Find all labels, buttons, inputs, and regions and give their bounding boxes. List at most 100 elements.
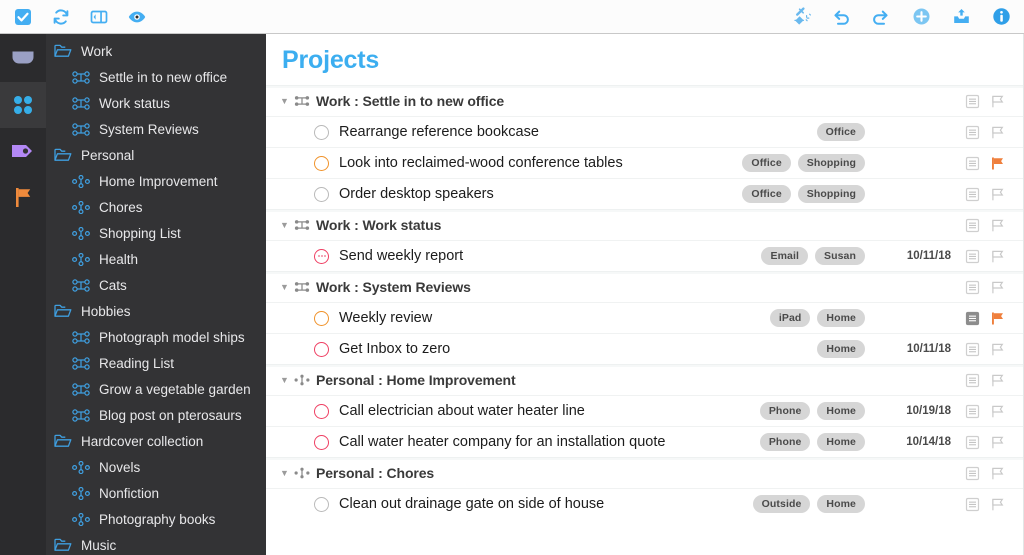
sidebar-item-settle-in-to-new-office[interactable]: Settle in to new office bbox=[46, 64, 266, 90]
note-icon[interactable] bbox=[965, 280, 980, 295]
tag-pill[interactable]: Shopping bbox=[797, 153, 865, 173]
sidebar-item-nonfiction[interactable]: Nonfiction bbox=[46, 480, 266, 506]
disclosure-triangle-icon[interactable]: ▼ bbox=[280, 282, 294, 292]
sidebar-item-novels[interactable]: Novels bbox=[46, 454, 266, 480]
sidebar-item-music[interactable]: Music bbox=[46, 532, 266, 555]
tag-pill[interactable]: Phone bbox=[759, 432, 811, 452]
tag-pill[interactable]: Home bbox=[817, 494, 865, 514]
sidebar-item-photograph-model-ships[interactable]: Photograph model ships bbox=[46, 324, 266, 350]
tag-pill[interactable]: Shopping bbox=[797, 184, 865, 204]
tag-pill[interactable]: Email bbox=[761, 246, 808, 266]
task-row[interactable]: Weekly review iPad Home bbox=[266, 302, 1023, 333]
redo-icon[interactable] bbox=[870, 6, 892, 28]
cleanup-icon[interactable] bbox=[790, 6, 812, 28]
task-status-circle[interactable] bbox=[314, 310, 329, 326]
note-icon[interactable] bbox=[965, 156, 980, 171]
flag-icon[interactable] bbox=[990, 187, 1005, 202]
sidebar-item-work-status[interactable]: Work status bbox=[46, 90, 266, 116]
tag-pill[interactable]: Phone bbox=[759, 401, 811, 421]
sync-icon[interactable] bbox=[50, 6, 72, 28]
flag-icon[interactable] bbox=[990, 280, 1005, 295]
disclosure-triangle-icon[interactable]: ▼ bbox=[280, 220, 294, 230]
sidebar-item-photography-books[interactable]: Photography books bbox=[46, 506, 266, 532]
tag-pill[interactable]: Office bbox=[742, 184, 791, 204]
tag-pill[interactable]: Home bbox=[817, 432, 865, 452]
note-icon[interactable] bbox=[965, 94, 980, 109]
flag-icon[interactable] bbox=[990, 466, 1005, 481]
group-header[interactable]: ▼ Work : System Reviews bbox=[266, 271, 1023, 302]
task-row[interactable]: Clean out drainage gate on side of house… bbox=[266, 488, 1023, 519]
group-header[interactable]: ▼ Personal : Chores bbox=[266, 457, 1023, 488]
undo-icon[interactable] bbox=[830, 6, 852, 28]
flag-icon[interactable] bbox=[990, 404, 1005, 419]
sidebar-item-health[interactable]: Health bbox=[46, 246, 266, 272]
sidebar-item-work[interactable]: Work bbox=[46, 38, 266, 64]
task-row[interactable]: Call water heater company for an install… bbox=[266, 426, 1023, 457]
sidebar-item-system-reviews[interactable]: System Reviews bbox=[46, 116, 266, 142]
sidebar-item-hobbies[interactable]: Hobbies bbox=[46, 298, 266, 324]
rail-inbox[interactable] bbox=[0, 36, 46, 82]
sidebar-item-home-improvement[interactable]: Home Improvement bbox=[46, 168, 266, 194]
note-icon[interactable] bbox=[965, 373, 980, 388]
checkmark-icon[interactable] bbox=[12, 6, 34, 28]
disclosure-triangle-icon[interactable]: ▼ bbox=[280, 375, 294, 385]
sidebar-item-personal[interactable]: Personal bbox=[46, 142, 266, 168]
task-status-circle[interactable] bbox=[314, 496, 329, 512]
task-status-circle[interactable] bbox=[314, 155, 329, 171]
group-header[interactable]: ▼ Work : Settle in to new office bbox=[266, 85, 1023, 116]
task-row[interactable]: Rearrange reference bookcase Office bbox=[266, 116, 1023, 147]
sidebar-item-reading-list[interactable]: Reading List bbox=[46, 350, 266, 376]
note-icon[interactable] bbox=[965, 125, 980, 140]
task-row[interactable]: Call electrician about water heater line… bbox=[266, 395, 1023, 426]
note-icon[interactable] bbox=[965, 218, 980, 233]
note-icon[interactable] bbox=[965, 435, 980, 450]
disclosure-triangle-icon[interactable]: ▼ bbox=[280, 468, 294, 478]
flag-icon[interactable] bbox=[990, 218, 1005, 233]
rail-forecast[interactable] bbox=[0, 174, 46, 220]
group-header[interactable]: ▼ Work : Work status bbox=[266, 209, 1023, 240]
note-icon[interactable] bbox=[965, 249, 980, 264]
info-icon[interactable] bbox=[990, 6, 1012, 28]
sidebar-item-chores[interactable]: Chores bbox=[46, 194, 266, 220]
flag-icon[interactable] bbox=[990, 373, 1005, 388]
group-header[interactable]: ▼ Personal : Home Improvement bbox=[266, 364, 1023, 395]
task-status-circle[interactable] bbox=[314, 341, 329, 357]
flag-icon[interactable] bbox=[990, 435, 1005, 450]
disclosure-triangle-icon[interactable]: ▼ bbox=[280, 96, 294, 106]
tag-pill[interactable]: Home bbox=[817, 308, 865, 328]
flag-icon[interactable] bbox=[990, 125, 1005, 140]
note-icon[interactable] bbox=[965, 342, 980, 357]
task-row[interactable]: Get Inbox to zero Home 10/11/18 bbox=[266, 333, 1023, 364]
flag-icon[interactable] bbox=[990, 249, 1005, 264]
task-row[interactable]: Look into reclaimed-wood conference tabl… bbox=[266, 147, 1023, 178]
tag-pill[interactable]: Home bbox=[817, 401, 865, 421]
task-status-circle[interactable] bbox=[314, 434, 329, 450]
note-icon[interactable] bbox=[965, 311, 980, 326]
tag-pill[interactable]: iPad bbox=[769, 308, 811, 328]
tag-pill[interactable]: Outside bbox=[752, 494, 811, 514]
flag-icon[interactable] bbox=[990, 156, 1005, 171]
sidebar-item-hardcover-collection[interactable]: Hardcover collection bbox=[46, 428, 266, 454]
note-icon[interactable] bbox=[965, 187, 980, 202]
sidebar-item-shopping-list[interactable]: Shopping List bbox=[46, 220, 266, 246]
view-icon[interactable] bbox=[126, 6, 148, 28]
flag-icon[interactable] bbox=[990, 342, 1005, 357]
sidebar-item-blog-post-on-pterosaurs[interactable]: Blog post on pterosaurs bbox=[46, 402, 266, 428]
inbox-icon[interactable] bbox=[950, 6, 972, 28]
note-icon[interactable] bbox=[965, 404, 980, 419]
project-sidebar[interactable]: Work Settle in to new office Work status Sy… bbox=[46, 34, 266, 555]
sidebar-toggle-icon[interactable] bbox=[88, 6, 110, 28]
rail-tags[interactable] bbox=[0, 128, 46, 174]
tag-pill[interactable]: Office bbox=[816, 122, 865, 142]
tag-pill[interactable]: Office bbox=[742, 153, 791, 173]
flag-icon[interactable] bbox=[990, 311, 1005, 326]
add-icon[interactable] bbox=[910, 6, 932, 28]
sidebar-item-cats[interactable]: Cats bbox=[46, 272, 266, 298]
tag-pill[interactable]: Home bbox=[817, 339, 865, 359]
task-status-circle[interactable] bbox=[314, 248, 329, 264]
task-status-circle[interactable] bbox=[314, 186, 329, 202]
note-icon[interactable] bbox=[965, 466, 980, 481]
flag-icon[interactable] bbox=[990, 94, 1005, 109]
tag-pill[interactable]: Susan bbox=[814, 246, 865, 266]
note-icon[interactable] bbox=[965, 497, 980, 512]
